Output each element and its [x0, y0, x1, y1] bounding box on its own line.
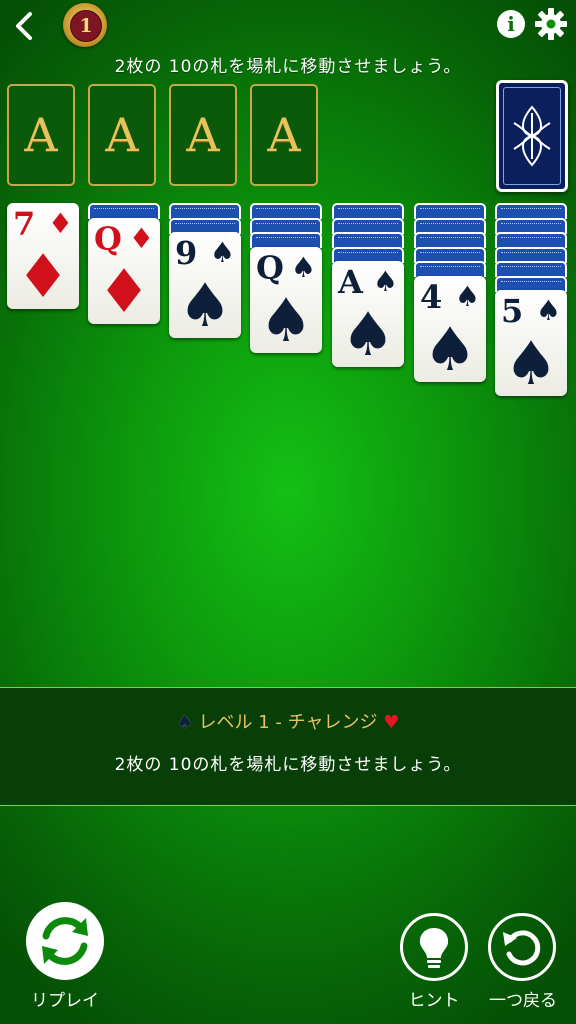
foundation-label: A — [24, 108, 58, 162]
spade-icon: ♠ — [535, 294, 561, 327]
face-down-card — [495, 203, 567, 219]
face-down-card — [250, 232, 322, 248]
tableau-card-a-spades[interactable]: A ♠ ♠ — [332, 261, 404, 367]
goal-text: 2枚の 10の札を場札に移動させましょう。 — [114, 57, 462, 77]
tableau-card-q-spades[interactable]: Q ♠ ♠ — [250, 246, 322, 353]
diamond-icon: ♦ — [47, 207, 73, 240]
tableau-card-9-spades[interactable]: 9 ♠ ♠ — [169, 232, 241, 338]
card-rank: A — [338, 263, 363, 301]
face-down-card — [332, 203, 404, 219]
foundation-label: A — [186, 108, 220, 162]
spade-icon: ♠ — [454, 279, 480, 313]
card-rank: 9 — [175, 234, 198, 272]
spade-icon: ♠ — [259, 285, 313, 353]
undo-button[interactable] — [488, 913, 556, 981]
gear-icon[interactable] — [534, 7, 568, 41]
foundation-slot[interactable]: A — [88, 84, 156, 186]
tableau-card-7-diamonds[interactable]: 7 ♦ ♦ — [7, 203, 79, 309]
level-title-text: レベル 1 - チャレンジ — [198, 712, 378, 733]
info-icon[interactable]: i — [497, 10, 525, 38]
level-info-panel: ♠ レベル 1 - チャレンジ ♥ 2枚の 10の札を場札に移動させましょう。 — [0, 687, 576, 806]
tableau-card-5-spades[interactable]: 5 ♠ ♠ — [495, 290, 567, 396]
spade-icon: ♠ — [423, 314, 477, 382]
foundation-slot[interactable]: A — [169, 84, 237, 186]
face-down-card — [332, 232, 404, 248]
tableau-card-4-spades[interactable]: 4 ♠ ♠ — [414, 275, 486, 382]
face-down-card — [414, 232, 486, 248]
replay-label: リプレイ — [31, 991, 99, 1011]
hint-button[interactable] — [400, 913, 468, 981]
foundation-label: A — [105, 108, 139, 162]
level-title: ♠ レベル 1 - チャレンジ ♥ — [0, 708, 576, 734]
face-down-card — [414, 261, 486, 277]
face-down-card — [169, 203, 241, 219]
level-description: 2枚の 10の札を場札に移動させましょう。 — [114, 755, 462, 775]
spade-icon: ♠ — [176, 712, 193, 733]
card-back-ornament-icon — [513, 105, 551, 167]
undo-icon — [503, 930, 541, 966]
hint-label: ヒント — [408, 991, 460, 1011]
tableau-card-q-diamonds[interactable]: Q ♦ ♦ — [88, 217, 160, 324]
face-down-card — [250, 203, 322, 219]
stock-pile[interactable] — [496, 80, 568, 192]
spade-icon: ♠ — [372, 265, 398, 298]
face-down-card — [414, 203, 486, 219]
spade-icon: ♠ — [178, 271, 232, 338]
level-badge: 1 — [63, 3, 107, 47]
back-arrow-icon[interactable] — [8, 6, 44, 46]
card-rank: 5 — [501, 292, 524, 330]
spade-icon: ♠ — [209, 236, 235, 269]
face-down-card — [88, 203, 160, 219]
face-down-card — [495, 232, 567, 248]
heart-icon: ♥ — [383, 712, 400, 733]
face-down-card — [495, 261, 567, 277]
spade-icon: ♠ — [341, 300, 395, 367]
lightbulb-icon — [419, 928, 449, 968]
replay-button[interactable] — [26, 902, 104, 980]
foundation-label: A — [267, 108, 301, 162]
foundation-slot[interactable]: A — [250, 84, 318, 186]
foundation-slot[interactable]: A — [7, 84, 75, 186]
level-number: 1 — [70, 10, 102, 42]
card-rank: Q — [94, 219, 122, 258]
spade-icon: ♠ — [504, 329, 558, 396]
card-rank: Q — [256, 248, 284, 287]
card-rank: 4 — [420, 277, 443, 316]
diamond-icon: ♦ — [97, 256, 151, 324]
undo-label: 一つ戻る — [489, 991, 557, 1011]
spade-icon: ♠ — [290, 250, 316, 284]
card-rank: 7 — [13, 205, 36, 243]
diamond-icon: ♦ — [128, 221, 154, 255]
replay-icon — [42, 917, 88, 965]
diamond-icon: ♦ — [16, 242, 70, 309]
